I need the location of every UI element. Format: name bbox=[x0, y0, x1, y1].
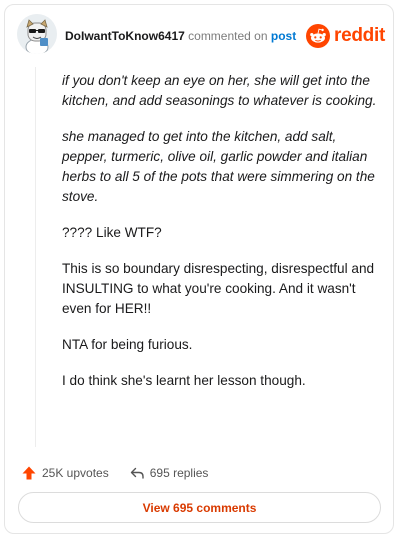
comment-paragraph: ???? Like WTF? bbox=[62, 225, 162, 240]
comment-header: DoIwantToKnow6417 commented on post redd… bbox=[5, 5, 395, 65]
comment-paragraph: I do think she's learnt her lesson thoug… bbox=[62, 373, 306, 388]
avatar-icon bbox=[17, 14, 57, 54]
comment-meta: DoIwantToKnow6417 commented on post bbox=[65, 29, 296, 43]
upvote-arrow-icon bbox=[22, 466, 36, 480]
view-comments-button[interactable]: View 695 comments bbox=[18, 492, 381, 523]
comment-quote-paragraph: she managed to get into the kitchen, add… bbox=[62, 129, 375, 204]
reply-count: 695 replies bbox=[149, 466, 209, 480]
post-link[interactable]: post bbox=[271, 29, 296, 43]
avatar[interactable] bbox=[17, 14, 57, 54]
comment-paragraph: NTA for being furious. bbox=[62, 337, 193, 352]
comment-actions: 25K upvotes 695 replies bbox=[21, 463, 228, 483]
reply-arrow-icon bbox=[130, 467, 144, 479]
reddit-alien-icon bbox=[306, 24, 331, 48]
reddit-logo[interactable]: reddit bbox=[306, 23, 385, 49]
comment-quote-paragraph: if you don't keep an eye on her, she wil… bbox=[62, 73, 377, 108]
upvote-button[interactable]: 25K upvotes bbox=[21, 465, 109, 481]
comment-card: DoIwantToKnow6417 commented on post redd… bbox=[4, 4, 394, 534]
thread-line bbox=[35, 67, 36, 447]
username[interactable]: DoIwantToKnow6417 bbox=[65, 29, 185, 43]
commented-on-text: commented on bbox=[188, 29, 268, 43]
upvote-count: 25K upvotes bbox=[42, 466, 109, 480]
comment-body: if you don't keep an eye on her, she wil… bbox=[62, 71, 377, 407]
comment-paragraph: This is so boundary disrespecting, disre… bbox=[62, 261, 375, 316]
replies-button[interactable]: 695 replies bbox=[129, 465, 209, 481]
reddit-wordmark: reddit bbox=[334, 25, 385, 46]
